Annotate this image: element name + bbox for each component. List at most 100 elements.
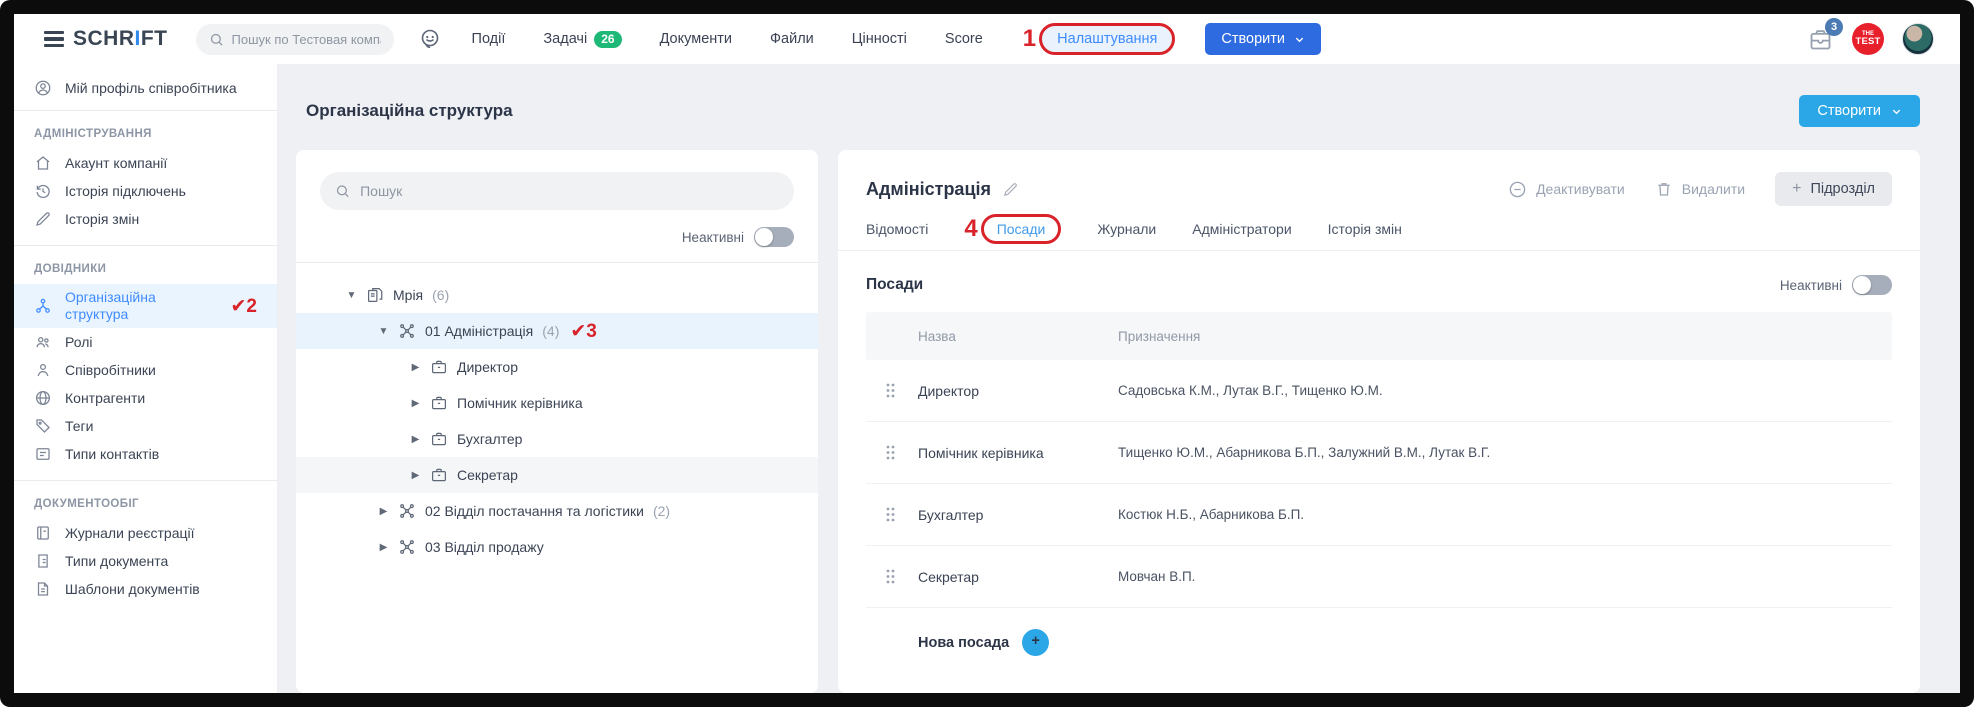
deactivate-button[interactable]: Деактивувати [1508, 180, 1625, 199]
company-test-logo[interactable]: THE TEST [1852, 23, 1884, 55]
user-avatar[interactable] [1902, 23, 1934, 55]
tab-administrators[interactable]: Адміністратори [1192, 221, 1291, 237]
chevron-down-icon [1891, 106, 1902, 117]
sidebar-section-administration: АДМІНІСТРУВАННЯ [14, 111, 277, 149]
drag-handle-icon[interactable] [886, 569, 902, 584]
contact-types-icon [34, 445, 52, 463]
home-icon [34, 154, 52, 172]
caret-down-icon[interactable]: ▼ [346, 290, 357, 301]
caret-right-icon[interactable]: ▶ [410, 398, 421, 409]
global-search-input[interactable] [232, 32, 381, 47]
support-smiley-icon[interactable] [418, 27, 442, 51]
drag-handle-icon[interactable] [886, 507, 902, 522]
caret-down-icon[interactable]: ▼ [378, 326, 389, 337]
edit-title-icon[interactable] [1002, 181, 1019, 198]
tab-change-history[interactable]: Історія змін [1328, 221, 1402, 237]
sidebar-item-counterparties[interactable]: Контрагенти [14, 384, 277, 412]
sidebar-item-roles[interactable]: Ролі [14, 328, 277, 356]
sidebar-item-org-structure[interactable]: Організаційна структура ✔2 [14, 284, 277, 328]
position-assignment: Костюк Н.Б., Абарникова Б.П. [1118, 507, 1892, 522]
roles-icon [34, 333, 52, 351]
sidebar-item-tags[interactable]: Теги [14, 412, 277, 440]
search-icon [335, 183, 350, 199]
caret-right-icon[interactable]: ▶ [410, 362, 421, 373]
hamburger-icon[interactable] [44, 31, 64, 47]
caret-right-icon[interactable]: ▶ [410, 434, 421, 445]
tree-search[interactable] [320, 172, 794, 210]
nav-settings[interactable]: Налаштування [1039, 23, 1175, 55]
app-logo[interactable]: SCHRIFT [44, 27, 168, 51]
tree-node-position-director[interactable]: ▶ Директор [296, 349, 818, 385]
table-row[interactable]: Помічник керівника Тищенко Ю.М., Абарник… [866, 422, 1892, 484]
tab-details[interactable]: Відомості [866, 221, 928, 237]
drag-handle-icon[interactable] [886, 445, 902, 460]
history-icon [34, 182, 52, 200]
tree-inactive-label: Неактивні [682, 230, 744, 245]
table-row[interactable]: Директор Садовська К.М., Лутак В.Г., Тищ… [866, 360, 1892, 422]
department-icon [398, 322, 416, 340]
nav-score[interactable]: Score [945, 31, 983, 47]
sidebar-item-my-profile[interactable]: Мій профіль співробітника [14, 68, 277, 110]
positions-inactive-toggle[interactable] [1852, 275, 1892, 295]
detail-tabs: Відомості 4 Посади Журнали Адміністратор… [838, 221, 1920, 251]
company-icon [366, 286, 384, 304]
document-type-icon [34, 552, 52, 570]
column-name: Назва [918, 329, 1118, 344]
create-button-page[interactable]: Створити [1799, 95, 1920, 127]
add-position-button[interactable]: + [1022, 629, 1049, 656]
table-row[interactable]: Бухгалтер Костюк Н.Б., Абарникова Б.П. [866, 484, 1892, 546]
profile-icon [34, 79, 52, 97]
position-assignment: Мовчан В.П. [1118, 569, 1892, 584]
sidebar-item-registration-journals[interactable]: Журнали реєстрації [14, 519, 277, 547]
sidebar-item-document-types[interactable]: Типи документа [14, 547, 277, 575]
nav-events[interactable]: Події [472, 31, 506, 47]
tree-node-sales-department[interactable]: ▶ 03 Відділ продажу [296, 529, 818, 565]
nav-tasks[interactable]: Задачі26 [543, 31, 621, 48]
top-nav: Події Задачі26 Документи Файли Цінності … [472, 23, 1176, 55]
nav-files[interactable]: Файли [770, 31, 814, 47]
sidebar-item-connection-history[interactable]: Історія підключень [14, 177, 277, 205]
briefcase-icon [430, 394, 448, 412]
tray-count-badge: 3 [1825, 18, 1843, 36]
add-subdivision-button[interactable]: + Підрозділ [1775, 172, 1892, 206]
topbar: SCHRIFT Події Задачі26 Документи Файли Ц… [14, 14, 1960, 64]
tree-search-input[interactable] [360, 183, 779, 199]
sidebar-section-directories: ДОВІДНИКИ [14, 246, 277, 284]
content-area: Організаційна структура Створити Неактив… [278, 64, 1960, 693]
tree-node-supply-department[interactable]: ▶ 02 Відділ постачання та логістики (2) [296, 493, 818, 529]
position-name: Секретар [918, 569, 1118, 585]
table-row[interactable]: Секретар Мовчан В.П. [866, 546, 1892, 608]
tree-node-company[interactable]: ▼ Мрія (6) [296, 277, 818, 313]
tab-positions[interactable]: Посади [981, 214, 1062, 244]
new-position-label: Нова посада [918, 635, 1009, 651]
tree-node-position-assistant[interactable]: ▶ Помічник керівника [296, 385, 818, 421]
nav-documents[interactable]: Документи [660, 31, 732, 47]
sidebar-item-document-templates[interactable]: Шаблони документів [14, 575, 277, 603]
position-name: Директор [918, 383, 1118, 399]
search-icon [209, 32, 224, 47]
caret-right-icon[interactable]: ▶ [410, 470, 421, 481]
department-detail-panel: Адміністрація Деактивувати Видалити [838, 150, 1920, 693]
caret-right-icon[interactable]: ▶ [378, 542, 389, 553]
sidebar-item-contact-types[interactable]: Типи контактів [14, 440, 277, 468]
trash-icon [1655, 180, 1673, 198]
tree-node-administration[interactable]: ▼ 01 Адміністрація (4) ✔3 [296, 313, 818, 349]
tree-node-position-secretary[interactable]: ▶ Секретар [296, 457, 818, 493]
tray-icon[interactable]: 3 [1807, 26, 1834, 53]
sidebar-item-employees[interactable]: Співробітники [14, 356, 277, 384]
delete-button[interactable]: Видалити [1655, 180, 1745, 198]
nav-values[interactable]: Цінності [852, 31, 907, 47]
global-search[interactable] [196, 24, 394, 55]
create-button-topbar[interactable]: Створити [1205, 23, 1321, 55]
sidebar-item-company-account[interactable]: Акаунт компанії [14, 149, 277, 177]
page-title: Організаційна структура [306, 101, 513, 121]
divider [296, 262, 818, 263]
positions-section-title: Посади [866, 276, 923, 294]
tab-journals[interactable]: Журнали [1097, 221, 1156, 237]
drag-handle-icon[interactable] [886, 383, 902, 398]
tree-inactive-toggle[interactable] [754, 227, 794, 247]
sidebar-item-change-history[interactable]: Історія змін [14, 205, 277, 233]
tree-node-position-accountant[interactable]: ▶ Бухгалтер [296, 421, 818, 457]
minus-circle-icon [1508, 180, 1527, 199]
caret-right-icon[interactable]: ▶ [378, 506, 389, 517]
